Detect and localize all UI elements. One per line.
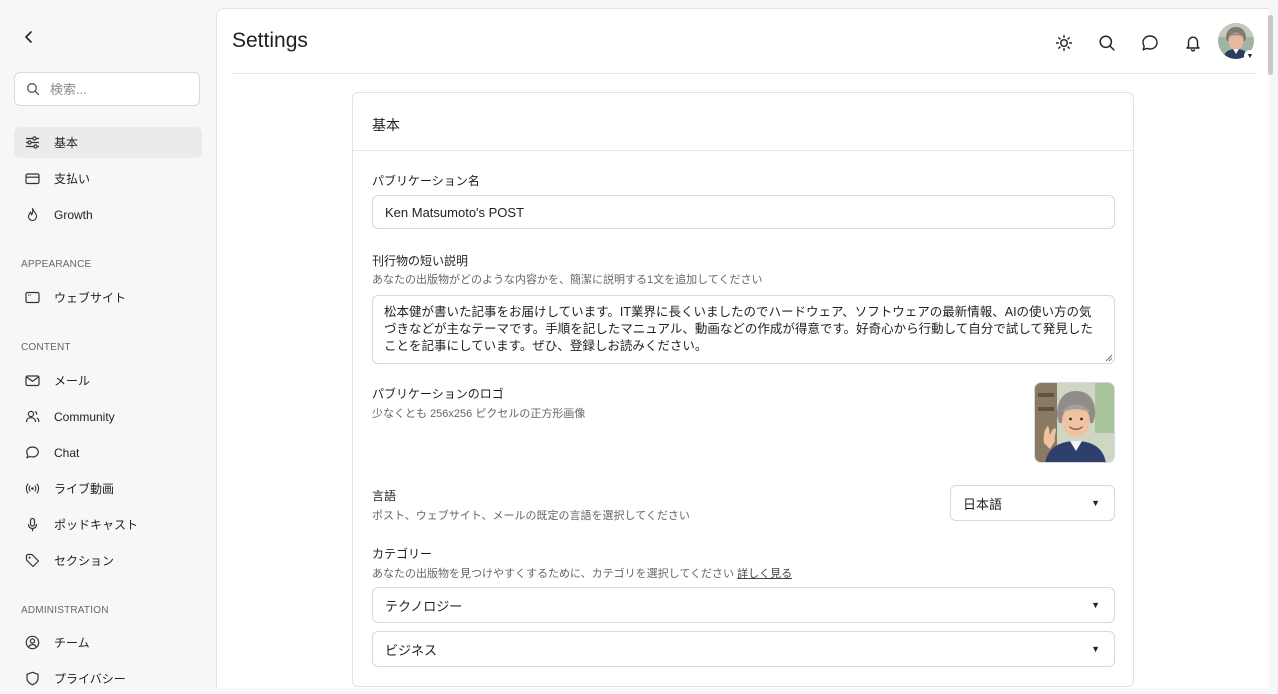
search-input[interactable]	[48, 80, 182, 98]
description-help: あなたの出版物がどのような内容かを、簡潔に説明する1文を追加してください	[372, 274, 763, 286]
category-secondary-select[interactable]: ビジネス ▼	[372, 631, 1115, 667]
sidebar-item-chat[interactable]: Chat	[14, 437, 202, 468]
language-select[interactable]: 日本語 ▼	[950, 485, 1115, 521]
sidebar-item-label: Growth	[54, 207, 93, 222]
learn-more-link[interactable]: 詳しく見る	[737, 568, 792, 580]
chevron-left-icon	[25, 31, 32, 43]
search-button[interactable]	[1095, 31, 1119, 55]
card-divider	[353, 150, 1133, 151]
sidebar-item-label: Chat	[54, 445, 80, 460]
sidebar-item-community[interactable]: Community	[14, 401, 202, 432]
sidebar-item-label: ウェブサイト	[54, 291, 127, 305]
caret-down-icon: ▼	[1091, 498, 1100, 508]
credit-card-icon	[24, 171, 40, 187]
page-title: Settings	[232, 29, 308, 52]
sliders-icon	[24, 135, 40, 151]
resize-handle-icon[interactable]	[1105, 354, 1113, 362]
browser-window-icon	[24, 290, 40, 306]
sidebar-item-sections[interactable]: セクション	[14, 545, 202, 576]
category-label: カテゴリー	[372, 547, 433, 561]
sidebar-item-basic[interactable]: 基本	[14, 127, 202, 158]
sidebar-item-label: Community	[54, 409, 115, 424]
caret-down-icon: ▼	[1091, 600, 1100, 610]
scrollbar[interactable]	[1268, 15, 1273, 75]
back-button[interactable]	[18, 26, 40, 48]
section-label-appearance: APPEARANCE	[21, 259, 92, 270]
chat-bubble-icon	[1142, 35, 1158, 51]
sidebar-item-label: セクション	[54, 554, 115, 568]
logo-help: 少なくとも 256x256 ピクセルの正方形画像	[372, 408, 586, 420]
mail-icon	[24, 373, 40, 389]
user-circle-icon	[24, 635, 40, 651]
sidebar: 基本 支払い Growth APPEARANCE ウェブサイト CONTENT …	[0, 0, 216, 687]
section-label-administration: ADMINISTRATION	[21, 605, 109, 616]
search-icon	[26, 82, 40, 96]
chat-button[interactable]	[1138, 31, 1162, 55]
category-primary-value: テクノロジー	[385, 598, 463, 614]
sidebar-item-growth[interactable]: Growth	[14, 199, 202, 230]
sidebar-item-label: メール	[54, 374, 91, 388]
publication-logo-image[interactable]	[1034, 382, 1115, 463]
notifications-button[interactable]	[1181, 31, 1205, 55]
header-divider	[232, 73, 1255, 74]
basic-settings-card: 基本 パブリケーション名 刊行物の短い説明 あなたの出版物がどのような内容かを、…	[352, 92, 1134, 687]
sidebar-item-label: ポッドキャスト	[54, 518, 139, 532]
sidebar-item-team[interactable]: チーム	[14, 627, 202, 658]
publication-name-label: パブリケーション名	[372, 174, 480, 188]
language-help: ポスト、ウェブサイト、メールの既定の言語を選択してください	[372, 510, 690, 522]
sidebar-item-label: チーム	[54, 636, 90, 650]
sidebar-item-label: プライバシー	[54, 672, 126, 686]
logo-label: パブリケーションのロゴ	[372, 387, 504, 401]
sun-icon	[1055, 34, 1073, 52]
language-select-value: 日本語	[963, 496, 1003, 512]
users-icon	[24, 409, 40, 425]
description-label: 刊行物の短い説明	[372, 254, 469, 268]
broadcast-icon	[24, 481, 40, 497]
description-textarea[interactable]: 松本健が書いた記事をお届けしています。IT業界に長くいましたのでハードウェア、ソ…	[372, 295, 1115, 364]
tag-icon	[24, 553, 40, 569]
flame-icon	[24, 207, 40, 223]
category-secondary-value: ビジネス	[385, 642, 438, 658]
sidebar-item-mail[interactable]: メール	[14, 365, 202, 396]
sidebar-item-live-video[interactable]: ライブ動画	[14, 473, 202, 504]
chevron-down-icon[interactable]: ▼	[1244, 50, 1256, 62]
logo-illustration	[1035, 383, 1114, 462]
sidebar-item-website[interactable]: ウェブサイト	[14, 282, 202, 313]
card-title: 基本	[372, 117, 400, 133]
language-label: 言語	[372, 489, 397, 503]
sidebar-item-label: ライブ動画	[54, 482, 115, 496]
microphone-icon	[24, 517, 40, 533]
sidebar-item-privacy[interactable]: プライバシー	[14, 663, 202, 694]
sidebar-item-payments[interactable]: 支払い	[14, 163, 202, 194]
sidebar-item-label: 基本	[54, 136, 79, 150]
category-help: あなたの出版物を見つけやすくするために、カテゴリを選択してください 詳しく見る	[372, 568, 793, 580]
caret-down-icon: ▼	[1091, 644, 1100, 654]
sidebar-item-label: 支払い	[54, 172, 91, 186]
sidebar-item-podcast[interactable]: ポッドキャスト	[14, 509, 202, 540]
shield-icon	[24, 671, 40, 687]
publication-name-input[interactable]	[372, 195, 1115, 229]
main-panel: Settings ▼ 基本 パブリケーション名 刊行物の短い説明 あなたの出版物…	[216, 8, 1273, 688]
search-icon	[1099, 35, 1115, 51]
theme-toggle-button[interactable]	[1052, 31, 1076, 55]
search-box[interactable]	[14, 72, 200, 106]
chat-bubble-icon	[24, 445, 40, 461]
category-primary-select[interactable]: テクノロジー ▼	[372, 587, 1115, 623]
bell-icon	[1186, 36, 1200, 52]
section-label-content: CONTENT	[21, 342, 71, 353]
